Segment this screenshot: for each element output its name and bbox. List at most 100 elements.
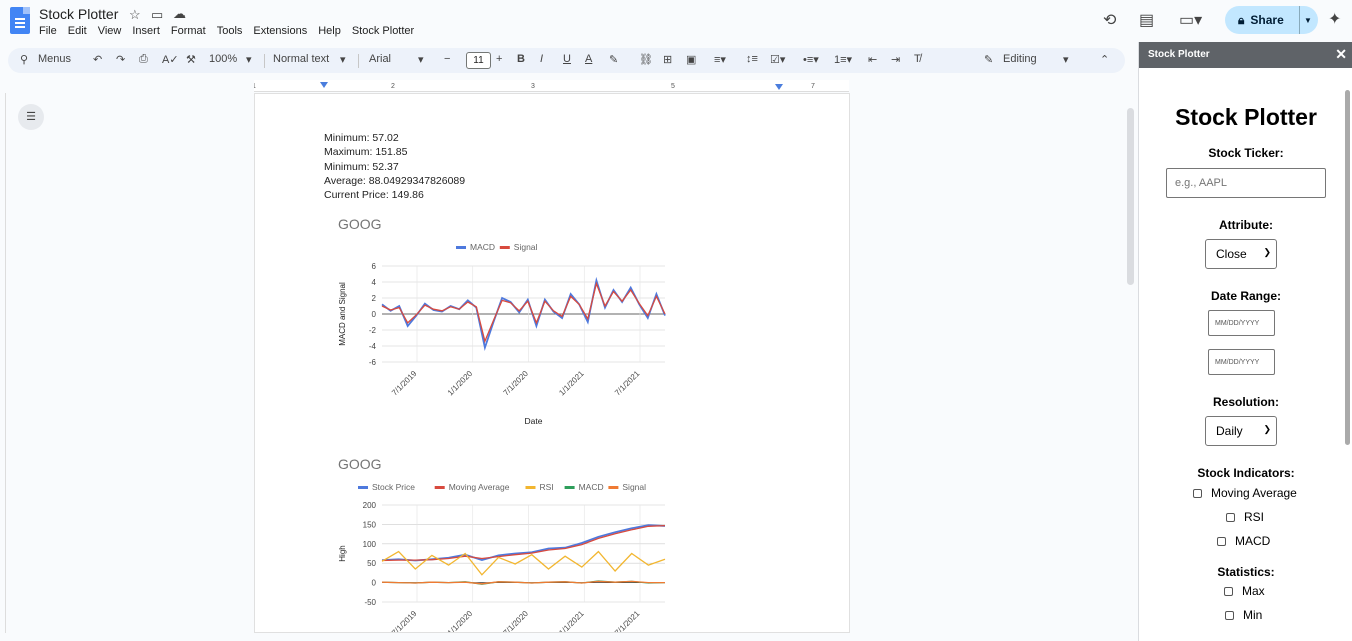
legend-swatch <box>525 486 536 489</box>
decrease-indent-icon[interactable]: ⇤ <box>868 53 877 66</box>
x-tick-label: 1/1/2020 <box>446 369 475 398</box>
y-axis-label: MACD and Signal <box>338 282 347 346</box>
moving-average-checkbox[interactable]: Moving Average <box>1193 486 1297 500</box>
menu-tools[interactable]: Tools <box>217 25 243 37</box>
title-bar: Stock Plotter ☆ ▭ ☁ File Edit View Inser… <box>0 0 1352 44</box>
y-tick-label: -6 <box>369 358 377 367</box>
cloud-status-icon[interactable]: ☁ <box>173 6 186 22</box>
align-icon[interactable]: ≡▾ <box>714 53 726 66</box>
attribute-label: Attribute: <box>1219 218 1273 232</box>
menu-view[interactable]: View <box>98 25 122 37</box>
increase-indent-icon[interactable]: ⇥ <box>891 53 900 66</box>
price-chart[interactable]: GOOG Stock Price Moving Average RSI MACD Sign… <box>330 452 675 632</box>
resolution-value: Daily <box>1216 424 1243 438</box>
move-folder-icon[interactable]: ▭ <box>151 7 163 23</box>
ticker-input[interactable]: e.g., AAPL <box>1166 168 1326 198</box>
sidebar-scrollbar[interactable] <box>1345 90 1350 445</box>
star-icon[interactable]: ☆ <box>129 7 141 23</box>
paint-format-icon[interactable]: ⚒ <box>186 53 196 66</box>
style-select[interactable]: Normal text <box>273 53 329 65</box>
x-tick-label: 7/1/2019 <box>390 369 419 398</box>
document-outline-icon[interactable]: ☰ <box>18 104 44 130</box>
checkbox-box[interactable] <box>1225 610 1234 620</box>
comments-icon[interactable]: ▤ <box>1139 10 1154 30</box>
y-tick-label: -50 <box>364 598 376 607</box>
editing-pencil-icon[interactable]: ✎ <box>984 53 993 66</box>
legend-label: MACD <box>579 482 604 492</box>
menu-format[interactable]: Format <box>171 25 206 37</box>
numbered-list-icon[interactable]: 1≡▾ <box>834 53 852 66</box>
max-checkbox[interactable]: Max <box>1224 584 1265 598</box>
rsi-checkbox[interactable]: RSI <box>1226 510 1264 524</box>
checkbox-box[interactable] <box>1193 488 1202 498</box>
menu-file[interactable]: File <box>39 25 57 37</box>
checkbox-box[interactable] <box>1226 512 1235 522</box>
menu-edit[interactable]: Edit <box>68 25 87 37</box>
legend-swatch <box>499 246 510 249</box>
stock-plotter-sidebar: Stock Plotter ✕ Stock Plotter Stock Ticke… <box>1138 42 1352 641</box>
stats-text[interactable]: Minimum: 57.02 Maximum: 151.85 Minimum: … <box>324 131 465 202</box>
resolution-select[interactable]: Daily ❯ <box>1205 416 1277 446</box>
gemini-sparkle-icon[interactable]: ✦ <box>1328 9 1341 29</box>
underline-icon[interactable]: U <box>563 53 571 65</box>
editing-mode-dropdown-icon[interactable]: ▾ <box>1063 53 1069 66</box>
clear-formatting-icon[interactable]: T̸ <box>914 53 921 65</box>
x-tick-label: 7/1/2021 <box>613 609 642 632</box>
attribute-select[interactable]: Close ❯ <box>1205 239 1277 269</box>
y-tick-label: 150 <box>363 520 377 529</box>
style-dropdown-icon[interactable]: ▾ <box>340 53 346 66</box>
series-line-stock-price <box>381 524 666 562</box>
document-scrollbar[interactable] <box>1127 108 1134 285</box>
comment-add-icon[interactable]: ⊞ <box>663 53 672 66</box>
legend-label: RSI <box>540 482 554 492</box>
x-tick-label: 1/1/2021 <box>557 609 586 632</box>
menu-insert[interactable]: Insert <box>132 25 160 37</box>
document-title[interactable]: Stock Plotter <box>39 6 118 22</box>
bold-icon[interactable]: B <box>517 53 525 65</box>
print-icon[interactable]: ⎙ <box>139 53 148 66</box>
search-menus-icon[interactable]: ⚲ <box>20 53 28 66</box>
font-dropdown-icon[interactable]: ▾ <box>418 53 424 66</box>
docs-logo-icon[interactable] <box>10 7 30 34</box>
checkbox-box[interactable] <box>1217 536 1226 546</box>
link-icon[interactable]: ⛓ <box>639 53 653 66</box>
italic-icon[interactable]: I <box>540 53 543 65</box>
undo-icon[interactable]: ↶ <box>93 53 102 66</box>
macd-chart[interactable]: GOOG MACD Signal 6 4 2 0 -2 -4 -6 7/1/2019 1/1/2020… <box>330 212 675 432</box>
search-menus-label[interactable]: Menus <box>38 53 71 65</box>
image-icon[interactable]: ▣ <box>686 53 696 66</box>
font-size-input[interactable]: 11 <box>466 52 491 69</box>
checklist-icon[interactable]: ☑▾ <box>770 53 785 66</box>
start-date-input[interactable]: MM/DD/YYYY <box>1208 310 1275 336</box>
menu-help[interactable]: Help <box>318 25 341 37</box>
collapse-toolbar-icon[interactable]: ⌃ <box>1100 53 1109 66</box>
redo-icon[interactable]: ↷ <box>116 53 125 66</box>
highlight-icon[interactable]: ✎ <box>609 53 618 66</box>
menu-stock-plotter[interactable]: Stock Plotter <box>352 25 414 37</box>
ruler-track <box>254 80 849 91</box>
zoom-select[interactable]: 100% <box>209 53 237 65</box>
meet-icon[interactable]: ▭▾ <box>1179 10 1202 30</box>
menu-extensions[interactable]: Extensions <box>253 25 307 37</box>
date-range-label: Date Range: <box>1210 289 1281 303</box>
end-date-input[interactable]: MM/DD/YYYY <box>1208 349 1275 375</box>
version-history-icon[interactable]: ⟲ <box>1103 10 1116 30</box>
share-button[interactable]: 🔒︎ Share ▼ <box>1225 6 1318 34</box>
x-tick-label: 7/1/2019 <box>390 609 419 632</box>
spellcheck-icon[interactable]: A✓ <box>162 53 179 66</box>
font-select[interactable]: Arial <box>369 53 391 65</box>
bulleted-list-icon[interactable]: •≡▾ <box>803 53 819 66</box>
line-spacing-icon[interactable]: ↕≡ <box>746 53 758 65</box>
editing-mode-select[interactable]: Editing <box>1003 53 1037 65</box>
close-icon[interactable]: ✕ <box>1335 46 1347 63</box>
text-color-icon[interactable]: A <box>585 53 592 65</box>
share-dropdown-icon[interactable]: ▼ <box>1299 6 1312 34</box>
min-checkbox[interactable]: Min <box>1225 608 1262 622</box>
zoom-dropdown-icon[interactable]: ▾ <box>246 53 252 66</box>
macd-checkbox[interactable]: MACD <box>1217 534 1270 548</box>
chart-title: GOOG <box>338 216 382 232</box>
checkbox-box[interactable] <box>1224 586 1233 596</box>
increase-font-icon[interactable]: + <box>496 53 502 65</box>
y-tick-label: 4 <box>372 278 377 287</box>
decrease-font-icon[interactable]: − <box>444 53 450 65</box>
